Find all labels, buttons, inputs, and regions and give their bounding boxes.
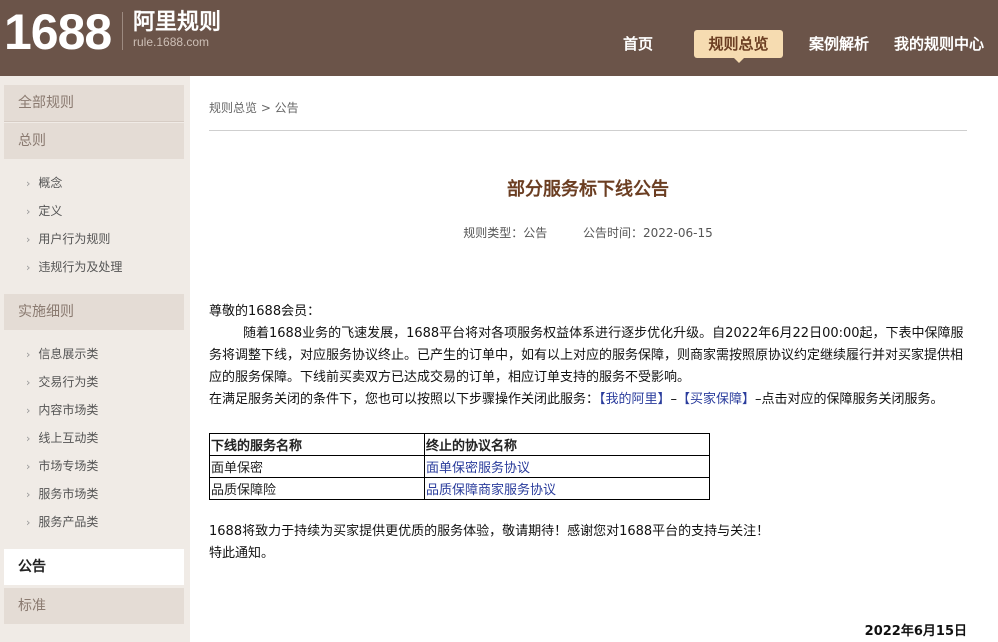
logo-1688[interactable]: 1688 xyxy=(4,4,112,60)
paragraph-steps: 在满足服务关闭的条件下，您也可以按照以下步骤操作关闭此服务：【我的阿里】–【买家… xyxy=(209,392,944,407)
chevron-right-icon: › xyxy=(26,376,31,389)
sidebar-item-concept[interactable]: › 概念 xyxy=(26,175,62,192)
chevron-right-icon: › xyxy=(26,233,31,246)
nav-case-analysis[interactable]: 案例解析 xyxy=(809,30,869,58)
meta-time-label: 公告时间： xyxy=(582,226,643,240)
chevron-right-icon: › xyxy=(26,404,31,417)
chevron-right-icon: › xyxy=(26,460,31,473)
page-title: 部分服务标下线公告 xyxy=(507,179,669,200)
sidebar-item-service-market[interactable]: › 服务市场类 xyxy=(26,486,98,503)
sidebar-implementation[interactable]: 实施细则 xyxy=(4,294,184,330)
agreement-link[interactable]: 品质保障商家服务协议 xyxy=(424,477,710,500)
chevron-right-icon: › xyxy=(26,516,31,529)
logo-divider xyxy=(122,12,123,50)
sidebar: 全部规则 总则 › 概念 › 定义 › 用户行为规则 › 违规行为及处理 实施细则 › 信… xyxy=(0,76,190,642)
chevron-right-icon: › xyxy=(26,177,31,190)
table-cell: 面单保密 xyxy=(209,455,425,478)
sidebar-item-online-interaction[interactable]: › 线上互动类 xyxy=(26,430,98,447)
chevron-right-icon: › xyxy=(26,432,31,445)
table-header: 终止的协议名称 xyxy=(424,433,710,456)
sidebar-general[interactable]: 总则 xyxy=(4,123,184,159)
closing-text: 1688将致力于持续为买家提供更优质的服务体验，敬请期待！感谢您对1688平台的… xyxy=(209,524,770,539)
notice-text: 特此通知。 xyxy=(209,546,275,561)
chevron-right-icon: › xyxy=(26,261,31,274)
greeting: 尊敬的1688会员： xyxy=(209,304,321,319)
nav-my-rule-center[interactable]: 我的规则中心 xyxy=(894,30,984,58)
announcement-meta: 规则类型：公告 公告时间：2022-06-15 xyxy=(209,224,967,241)
sidebar-item-content-market[interactable]: › 内容市场类 xyxy=(26,402,98,419)
sidebar-announcement[interactable]: 公告 xyxy=(4,549,184,585)
sidebar-item-market-special[interactable]: › 市场专场类 xyxy=(26,458,98,475)
table-header-row: 下线的服务名称 终止的协议名称 xyxy=(209,433,710,456)
nav-rules-overview[interactable]: 规则总览 xyxy=(694,30,783,58)
services-table: 下线的服务名称 终止的协议名称 面单保密 面单保密服务协议 品质保障险 品质保障… xyxy=(209,433,710,500)
sidebar-all-rules[interactable]: 全部规则 xyxy=(4,85,184,121)
announcement-date: 2022年6月15日 xyxy=(864,624,967,639)
sidebar-item-transaction[interactable]: › 交易行为类 xyxy=(26,374,98,391)
meta-time-value: 2022-06-15 xyxy=(642,226,713,240)
sidebar-standard[interactable]: 标准 xyxy=(4,588,184,624)
sidebar-divider xyxy=(4,121,184,122)
nav-home[interactable]: 首页 xyxy=(623,30,653,58)
buyer-protection-link[interactable]: 【买家保障】 xyxy=(677,392,755,407)
sidebar-item-definition[interactable]: › 定义 xyxy=(26,203,62,220)
meta-type-label: 规则类型： xyxy=(463,226,524,240)
sidebar-item-service-product[interactable]: › 服务产品类 xyxy=(26,514,98,531)
table-row: 面单保密 面单保密服务协议 xyxy=(209,455,710,478)
table-row: 品质保障险 品质保障商家服务协议 xyxy=(209,477,710,500)
active-tab-pointer xyxy=(733,57,745,63)
chevron-right-icon: › xyxy=(26,348,31,361)
table-cell: 品质保障险 xyxy=(209,477,425,500)
table-header: 下线的服务名称 xyxy=(209,433,425,456)
sidebar-item-user-behavior[interactable]: › 用户行为规则 xyxy=(26,231,110,248)
site-url: rule.1688.com xyxy=(133,35,210,49)
sidebar-item-violations[interactable]: › 违规行为及处理 xyxy=(26,259,122,276)
my-alibaba-link[interactable]: 【我的阿里】 xyxy=(599,392,671,407)
sidebar-item-info-display[interactable]: › 信息展示类 xyxy=(26,346,98,363)
chevron-right-icon: › xyxy=(26,488,31,501)
chevron-right-icon: › xyxy=(26,205,31,218)
divider xyxy=(209,130,967,131)
breadcrumb[interactable]: 规则总览 > 公告 xyxy=(209,99,299,116)
site-title[interactable]: 阿里规则 xyxy=(133,9,221,37)
paragraph-main: 随着1688业务的飞速发展，1688平台将对各项服务权益体系进行逐步优化升级。自… xyxy=(209,326,964,385)
site-header: 1688 阿里规则 rule.1688.com 首页 规则总览 案例解析 我的规… xyxy=(0,0,998,76)
meta-type-value: 公告 xyxy=(523,226,548,240)
agreement-link[interactable]: 面单保密服务协议 xyxy=(424,455,710,478)
